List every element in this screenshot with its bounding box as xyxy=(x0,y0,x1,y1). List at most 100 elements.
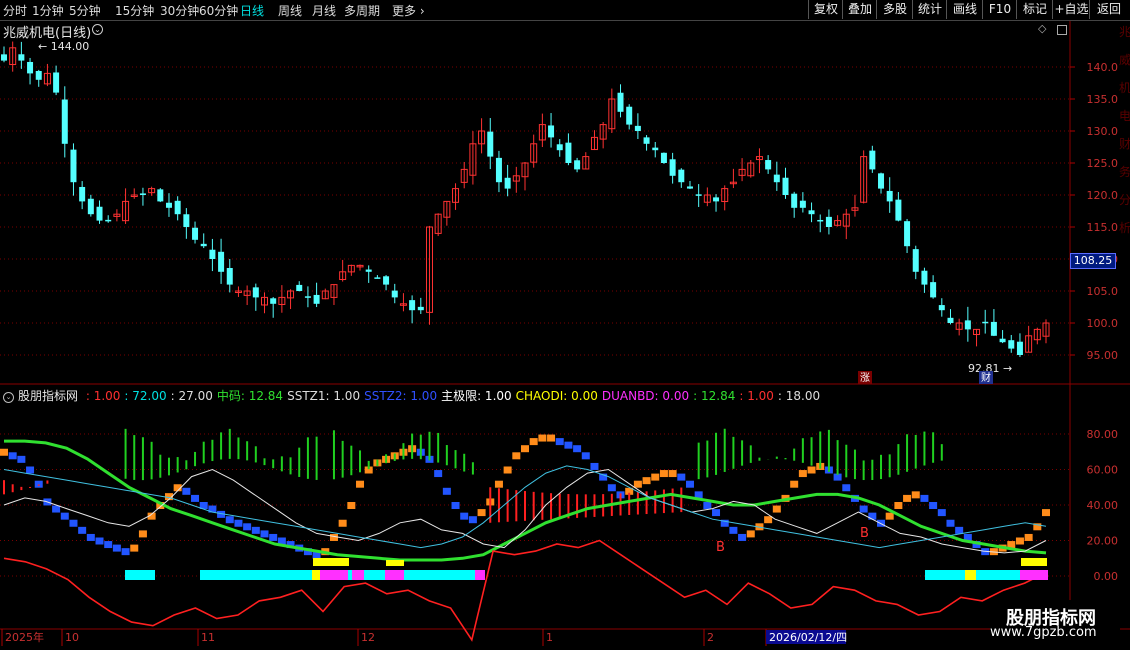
step-block xyxy=(503,466,512,474)
tab-timeframe-3[interactable]: 15分钟 xyxy=(115,2,154,19)
toolbar-button-4[interactable]: 画线 xyxy=(946,0,983,19)
candle-body-down xyxy=(817,219,824,222)
step-block xyxy=(581,452,590,460)
indicator-toggle-icon[interactable]: ⌄ xyxy=(3,392,14,403)
step-block xyxy=(69,519,78,527)
signal-band xyxy=(965,570,976,580)
watermark: 股朋指标网 www.7gpzb.com xyxy=(990,600,1120,645)
step-block xyxy=(564,441,573,449)
toolbar-button-5[interactable]: F10 xyxy=(982,0,1017,19)
toolbar-button-0[interactable]: 复权 xyxy=(808,0,843,19)
candle-body-down xyxy=(409,300,416,311)
toolbar-button-2[interactable]: 多股 xyxy=(876,0,913,19)
tab-timeframe-7[interactable]: 周线 xyxy=(278,2,302,19)
toolbar-button-8[interactable]: 返回 xyxy=(1089,0,1128,19)
candle-body-down xyxy=(808,210,815,215)
candle-body-down xyxy=(35,70,42,80)
candle-body-down xyxy=(391,290,398,298)
tab-timeframe-5[interactable]: 60分钟 xyxy=(199,2,238,19)
step-block xyxy=(842,484,851,492)
tab-timeframe-1[interactable]: 1分钟 xyxy=(32,2,64,19)
tab-timeframe-6[interactable]: 日线 xyxy=(240,2,264,19)
indicator-tick-label: 20.00 xyxy=(1087,535,1119,548)
price-tick-label: 140.0 xyxy=(1087,61,1119,74)
step-block xyxy=(26,466,35,474)
candle-body-down xyxy=(548,125,555,138)
step-block xyxy=(642,477,651,485)
step-block xyxy=(590,462,599,470)
cai-marker: 财 xyxy=(981,371,991,384)
x-label: 12 xyxy=(361,631,375,644)
candle-body-down xyxy=(495,157,502,183)
candle-body-down xyxy=(105,219,112,222)
tab-timeframe-0[interactable]: 分时 xyxy=(3,2,27,19)
settings-circle-icon[interactable]: ⌄ xyxy=(92,24,103,35)
step-block xyxy=(885,512,894,520)
candle-body-down xyxy=(921,270,928,285)
candle-body-down xyxy=(999,338,1006,343)
indicator-header: ⌄ 股朋指标网 : 1.00: 72.00: 27.00 中码: 12.84 SSTZ… xyxy=(3,387,824,404)
step-block xyxy=(112,544,121,552)
step-block xyxy=(937,509,946,517)
toolbar-button-6[interactable]: 标记 xyxy=(1016,0,1053,19)
signal-band-top xyxy=(313,558,349,566)
indicator-name[interactable]: 股朋指标网 xyxy=(18,389,78,403)
price-tick-label: 115.0 xyxy=(1087,221,1119,234)
indicator-tick-label: 40.00 xyxy=(1087,499,1119,512)
candle-body-down xyxy=(947,317,954,323)
candle-body-down xyxy=(304,296,311,298)
candle-body-down xyxy=(878,173,885,189)
indicator-tick-label: 80.00 xyxy=(1087,428,1119,441)
step-block xyxy=(659,470,668,478)
step-block xyxy=(191,494,200,502)
step-block xyxy=(677,473,686,481)
candle-body-down xyxy=(912,249,919,272)
top-toolbar: 分时 1分钟 5分钟 15分钟 30分钟 60分钟 日线 周线 月线 多周期 更多 › 复权 叠加 多股统… xyxy=(0,0,1130,21)
step-block xyxy=(920,494,929,502)
signal-band xyxy=(125,570,155,580)
signal-band xyxy=(364,570,385,580)
x-label: 11 xyxy=(201,631,215,644)
zhang-marker: 涨 xyxy=(860,372,870,384)
toolbar-button-7[interactable]: +自选 xyxy=(1052,0,1090,19)
candle-body-down xyxy=(192,227,199,240)
x-label: 10 xyxy=(65,631,79,644)
x-label: 2025年 xyxy=(5,630,44,644)
step-block xyxy=(1042,509,1050,517)
toolbar-button-3[interactable]: 统计 xyxy=(912,0,947,19)
step-block xyxy=(442,487,451,495)
step-block xyxy=(234,519,243,527)
diamond-icon[interactable]: ◇ xyxy=(1038,22,1046,35)
window-square-icon[interactable] xyxy=(1057,25,1067,35)
tab-timeframe-9[interactable]: 多周期 xyxy=(344,2,380,19)
signal-band-top xyxy=(386,560,404,566)
step-block xyxy=(0,448,8,456)
chart-canvas[interactable]: BB 140.0135.0130.0125.0120.0115.0110.010… xyxy=(0,0,1130,650)
tab-timeframe-4[interactable]: 30分钟 xyxy=(160,2,199,19)
step-block xyxy=(807,466,816,474)
step-block xyxy=(269,533,278,541)
indicator-value-2: : 27.00 xyxy=(170,389,213,403)
tab-timeframe-10[interactable]: 更多 › xyxy=(392,2,425,19)
candle-body-down xyxy=(200,243,207,247)
candle-body-down xyxy=(218,251,225,272)
candle-body-down xyxy=(252,287,259,298)
step-block xyxy=(17,455,26,463)
price-tick-label: 120.0 xyxy=(1087,189,1119,202)
step-block xyxy=(868,512,877,520)
candle-body-down xyxy=(695,194,702,196)
candle-body-down xyxy=(982,321,989,324)
step-block xyxy=(338,519,347,527)
tab-timeframe-2[interactable]: 5分钟 xyxy=(69,2,101,19)
toolbar-button-1[interactable]: 叠加 xyxy=(842,0,877,19)
signal-band xyxy=(320,570,348,580)
step-block xyxy=(538,434,547,442)
buy-label-b2: B xyxy=(860,526,869,541)
high-label: ← 144.00 xyxy=(38,40,89,53)
tab-timeframe-8[interactable]: 月线 xyxy=(312,2,336,19)
step-block xyxy=(703,502,712,509)
signal-band xyxy=(404,570,432,580)
step-block xyxy=(451,502,460,509)
right-edge-char: 财 xyxy=(1119,137,1130,151)
step-block xyxy=(477,509,486,517)
